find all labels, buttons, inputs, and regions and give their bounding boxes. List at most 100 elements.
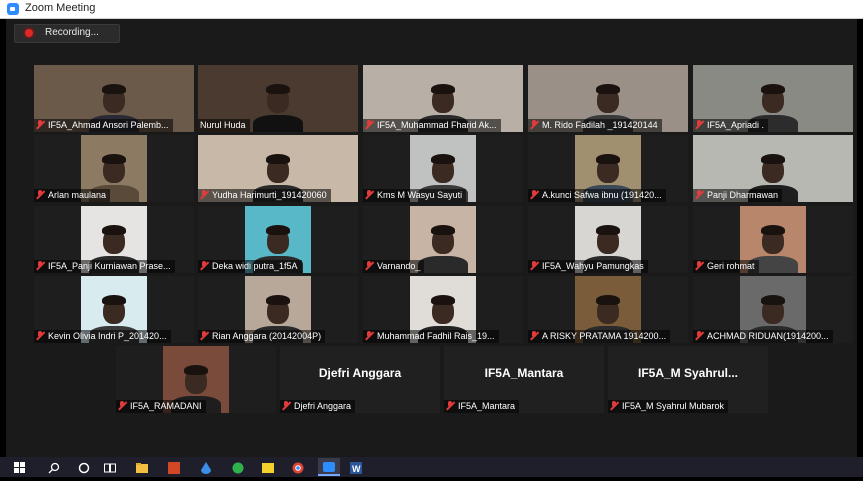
participant-tile[interactable]: Rian Anggara (20142004P) [198, 276, 358, 343]
participant-tile[interactable]: IF5A_Ahmad Ansori Palemb... [34, 65, 194, 132]
participant-tile[interactable]: IF5A_M Syahrul... IF5A_M Syahrul Mubarok [608, 346, 768, 413]
participant-hair [761, 225, 785, 235]
participant-avatar [253, 115, 303, 132]
participant-name: Kms M Wasyu Sayuti [377, 190, 463, 200]
participant-hair [596, 84, 620, 94]
muted-mic-icon [36, 331, 44, 340]
participant-name-label: IF5A_RAMADANI [116, 400, 206, 413]
participant-name-label: IF5A_Mantara [444, 400, 520, 413]
participant-name-label: A RISKY PRATAMA 1914200... [528, 330, 671, 343]
muted-mic-icon [695, 190, 703, 199]
participant-name: IF5A_Mantara [458, 401, 516, 411]
participant-tile[interactable]: Varnando_ [363, 206, 523, 273]
participant-name: A RISKY PRATAMA 1914200... [542, 331, 667, 341]
participant-name-label: IF5A_Muhammad Fharid Ak... [363, 119, 501, 132]
participant-hair [266, 225, 290, 235]
muted-mic-icon [446, 401, 454, 410]
muted-mic-icon [200, 190, 208, 199]
participant-name: Varnando_ [377, 261, 421, 271]
windows-start-icon[interactable] [14, 461, 26, 473]
word-icon[interactable]: W [350, 461, 362, 474]
participant-tile[interactable]: Kms M Wasyu Sayuti [363, 135, 523, 202]
participant-tile[interactable]: Nurul Huda [198, 65, 358, 132]
participant-display-name: Djefri Anggara [318, 366, 402, 380]
office-app-icon[interactable] [168, 461, 180, 474]
svg-text:W: W [352, 464, 361, 474]
muted-mic-icon [695, 261, 703, 270]
participant-hair [431, 84, 455, 94]
participant-name: Yudha Harimurti_191420060 [212, 190, 327, 200]
muted-mic-icon [282, 401, 290, 410]
participant-tile[interactable]: Kevin Olivia Indri P_201420... [34, 276, 194, 343]
participant-name: IF5A_RAMADANI [130, 401, 202, 411]
participant-name: Deka widi putra_1f5A [212, 261, 298, 271]
participant-name-label: Yudha Harimurti_191420060 [198, 189, 331, 202]
chrome-icon[interactable] [292, 461, 304, 474]
participant-name-label: IF5A_Wahyu Pamungkas [528, 260, 648, 273]
participant-tile[interactable]: Deka widi putra_1f5A [198, 206, 358, 273]
participant-tile[interactable]: ACHMAD RIDUAN(1914200... [693, 276, 853, 343]
participant-name-label: IF5A_Panji Kurniawan Prase... [34, 260, 175, 273]
sticky-notes-icon[interactable] [262, 461, 274, 473]
recording-indicator[interactable]: Recording... [14, 24, 120, 43]
participant-tile[interactable]: IF5A_Mantara IF5A_Mantara [444, 346, 604, 413]
muted-mic-icon [200, 331, 208, 340]
participant-tile[interactable]: IF5A_Wahyu Pamungkas [528, 206, 688, 273]
muted-mic-icon [530, 331, 538, 340]
zoom-logo-icon [7, 3, 19, 15]
muted-mic-icon [695, 331, 703, 340]
participant-name: Panji Dharmawan [707, 190, 779, 200]
participant-name-label: Rian Anggara (20142004P) [198, 330, 326, 343]
participant-tile[interactable]: A.kunci Safwa ibnu (191420... [528, 135, 688, 202]
participant-hair [102, 154, 126, 164]
participant-tile[interactable]: A RISKY PRATAMA 1914200... [528, 276, 688, 343]
participant-name: Arlan maulana [48, 190, 107, 200]
participant-tile[interactable]: Djefri Anggara Djefri Anggara [280, 346, 440, 413]
muted-mic-icon [530, 120, 538, 129]
participant-name-label: Arlan maulana [34, 189, 111, 202]
participant-hair [266, 154, 290, 164]
participant-hair [102, 84, 126, 94]
participant-name-label: ACHMAD RIDUAN(1914200... [693, 330, 833, 343]
participant-hair [431, 225, 455, 235]
title-bar: Zoom Meeting [0, 0, 863, 19]
muted-mic-icon [530, 261, 538, 270]
participant-hair [596, 295, 620, 305]
participant-avatar [418, 256, 468, 273]
task-view-icon[interactable] [104, 461, 116, 473]
chat-app-icon[interactable] [232, 461, 244, 474]
participant-tile[interactable]: Muhammad Fadhil Rais_19... [363, 276, 523, 343]
participant-hair [266, 295, 290, 305]
participant-name-label: Panji Dharmawan [693, 189, 783, 202]
participant-name-label: IF5A_M Syahrul Mubarok [608, 400, 729, 413]
search-icon[interactable] [48, 461, 60, 474]
muted-mic-icon [36, 261, 44, 270]
participant-name: Rian Anggara (20142004P) [212, 331, 322, 341]
participant-name-label: Kevin Olivia Indri P_201420... [34, 330, 171, 343]
participant-name: IF5A_Muhammad Fharid Ak... [377, 120, 497, 130]
cortana-icon[interactable] [78, 461, 90, 474]
participant-tile[interactable]: Geri rohmat [693, 206, 853, 273]
participant-tile[interactable]: M. Rido Fadilah _191420144 [528, 65, 688, 132]
participant-hair [761, 154, 785, 164]
participant-tile[interactable]: IF5A_RAMADANI [116, 346, 276, 413]
muted-mic-icon [36, 190, 44, 199]
participant-tile[interactable]: Panji Dharmawan [693, 135, 853, 202]
participant-tile[interactable]: IF5A_Muhammad Fharid Ak... [363, 65, 523, 132]
participant-name-label: Djefri Anggara [280, 400, 356, 413]
paint-app-icon[interactable] [200, 461, 212, 474]
participant-tile[interactable]: IF5A_Panji Kurniawan Prase... [34, 206, 194, 273]
participant-name-label: IF5A_Ahmad Ansori Palemb... [34, 119, 173, 132]
participant-tile[interactable]: Yudha Harimurti_191420060 [198, 135, 358, 202]
zoom-taskbar-icon[interactable] [318, 458, 340, 476]
windows-taskbar: W [0, 457, 863, 477]
recording-label: Recording... [45, 27, 99, 38]
muted-mic-icon [365, 261, 373, 270]
muted-mic-icon [118, 401, 126, 410]
participant-name-label: Muhammad Fadhil Rais_19... [363, 330, 499, 343]
participant-name: Nurul Huda [200, 120, 246, 130]
file-explorer-icon[interactable] [136, 461, 148, 473]
participant-tile[interactable]: Arlan maulana [34, 135, 194, 202]
participant-name: M. Rido Fadilah _191420144 [542, 120, 658, 130]
participant-tile[interactable]: IF5A_Apriadi . [693, 65, 853, 132]
